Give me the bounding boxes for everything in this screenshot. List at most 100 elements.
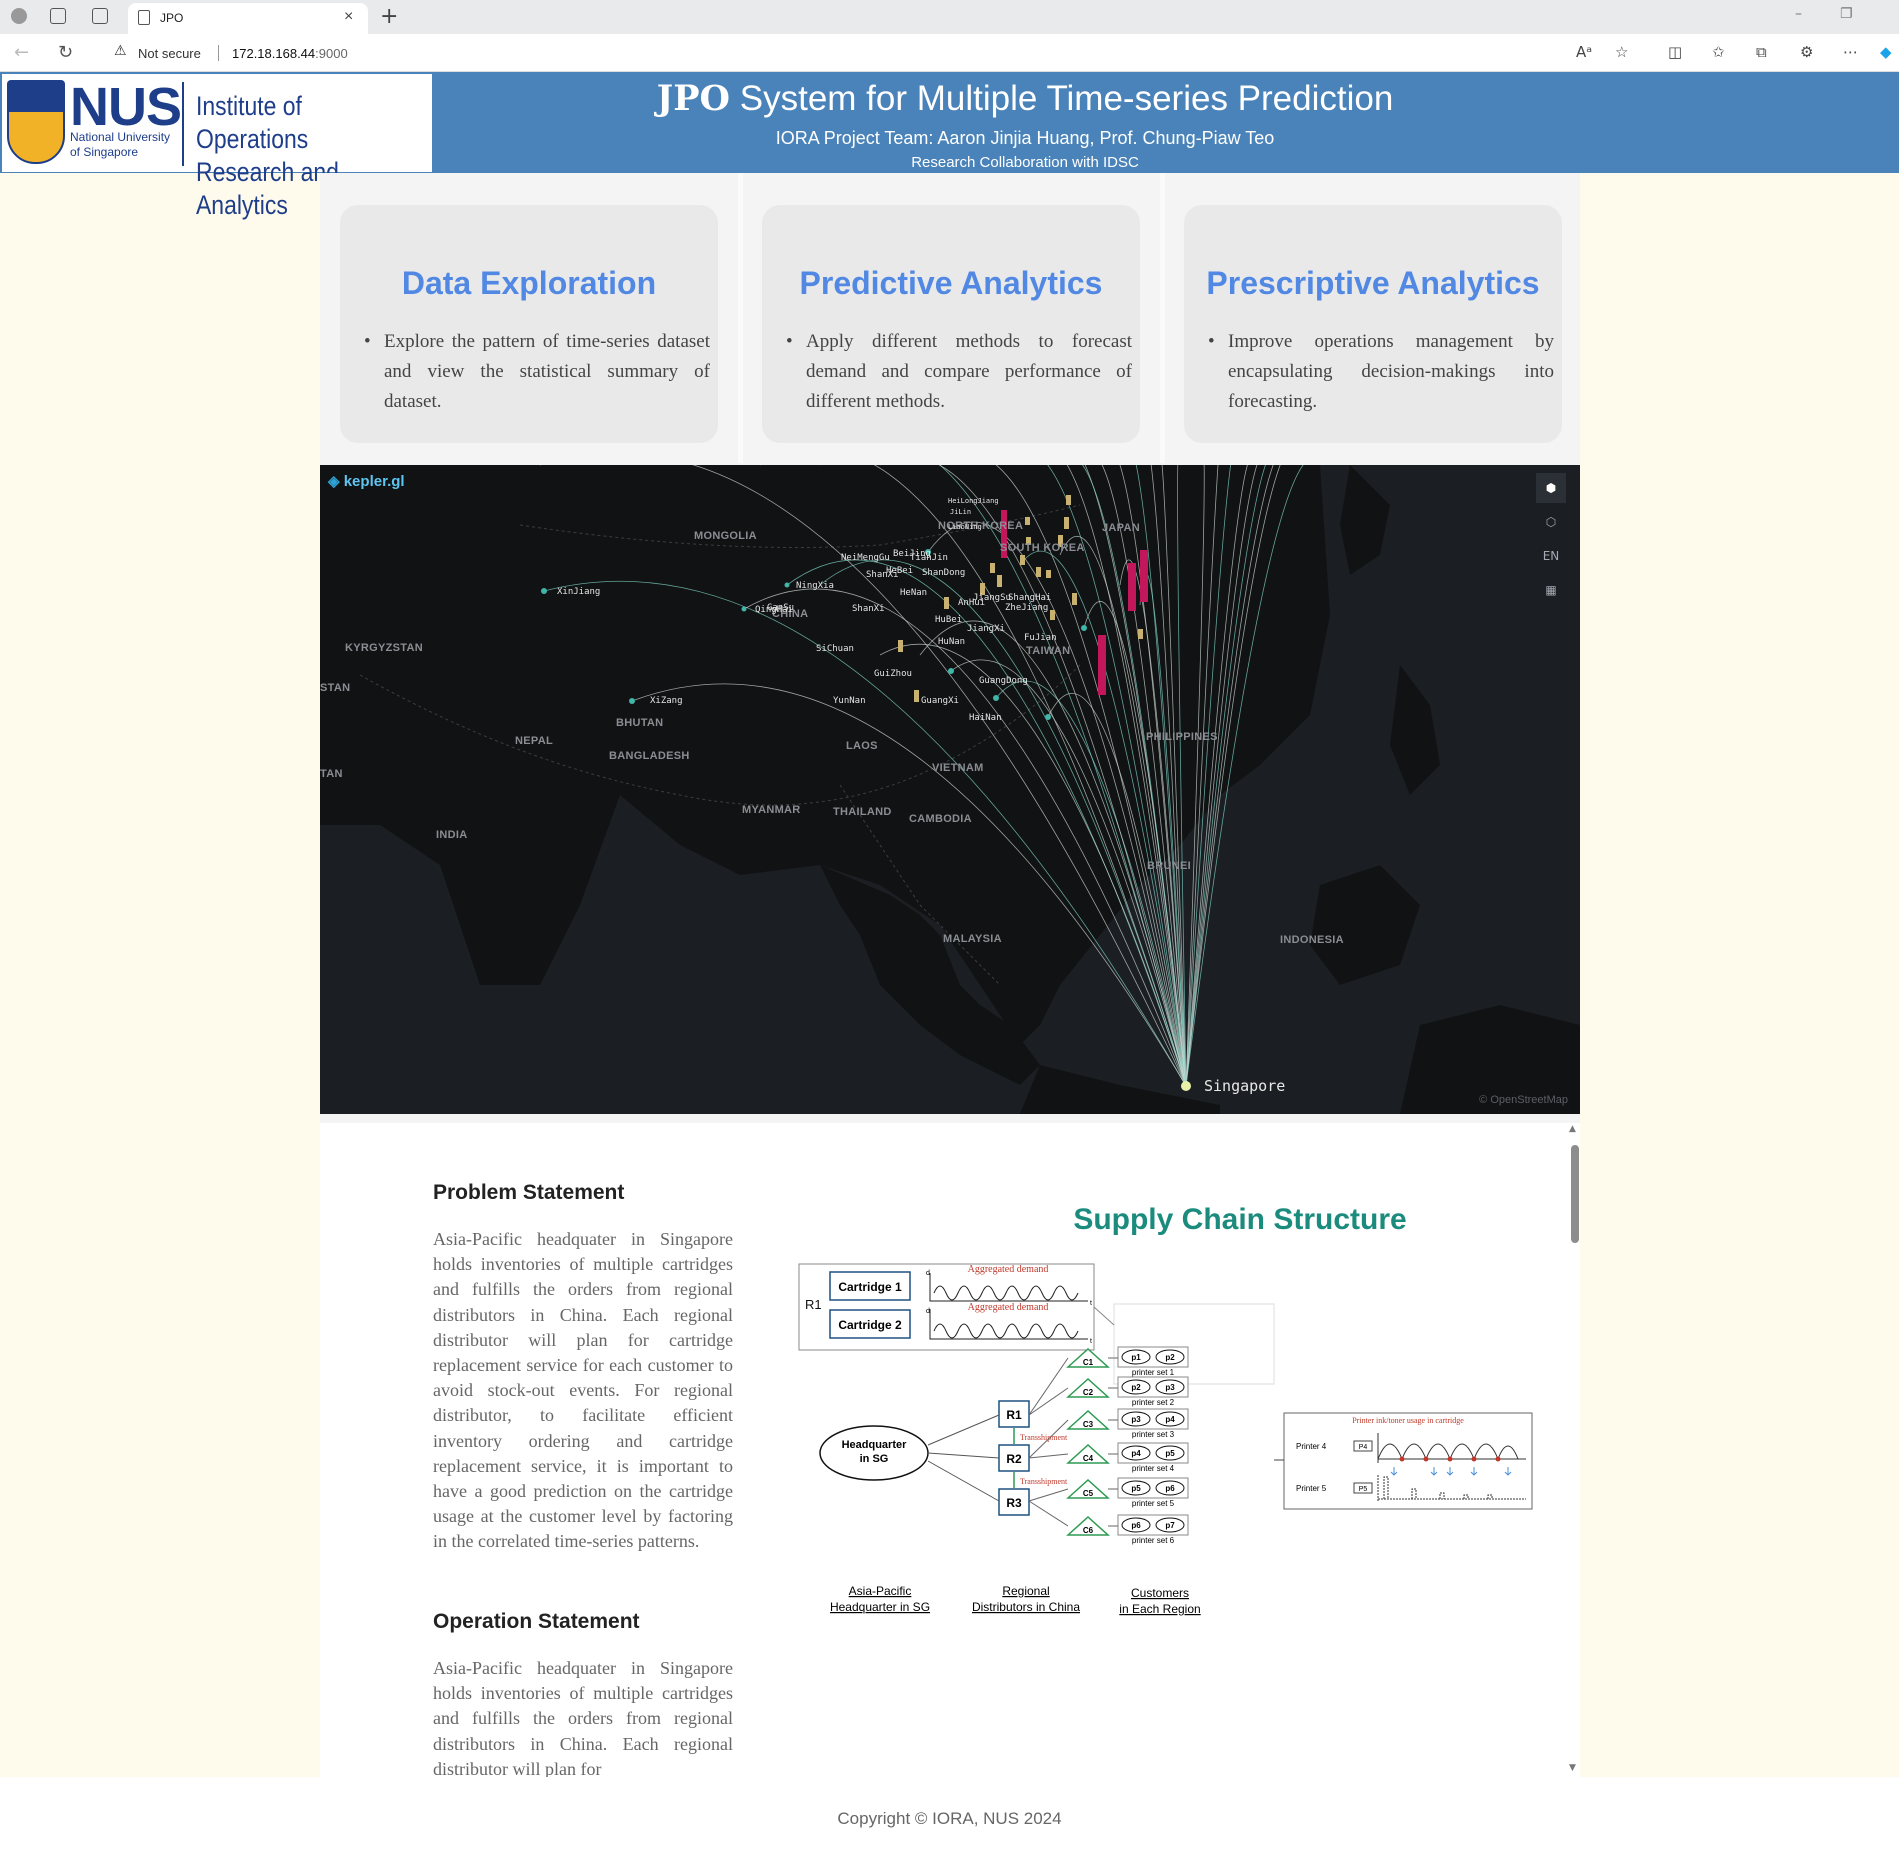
- data-table-icon[interactable]: ▦: [1536, 575, 1566, 605]
- singapore-hub-point[interactable]: [1181, 1081, 1191, 1091]
- card-title[interactable]: Predictive Analytics: [762, 265, 1140, 302]
- url-text[interactable]: 172.18.168.44:9000: [232, 46, 348, 61]
- svg-text:p7: p7: [1165, 1521, 1175, 1530]
- kepler-logo[interactable]: ◈ kepler.gl: [328, 472, 405, 490]
- collections-icon[interactable]: ⧉: [1756, 43, 1767, 61]
- svg-text:printer set 1: printer set 1: [1132, 1368, 1175, 1377]
- svg-text:p6: p6: [1131, 1521, 1141, 1530]
- svg-text:Transshipment: Transshipment: [1020, 1433, 1068, 1442]
- demand-bar[interactable]: [1128, 563, 1136, 611]
- svg-text:p6: p6: [1165, 1484, 1175, 1493]
- country-label: TAN: [320, 768, 343, 780]
- svg-text:t: t: [1090, 1300, 1092, 1307]
- province-label: ShangHai: [1008, 593, 1052, 603]
- country-label: THAILAND: [833, 806, 892, 818]
- province-label: JiangSu: [973, 593, 1011, 603]
- svg-text:C5: C5: [1083, 1489, 1094, 1498]
- svg-text:C4: C4: [1083, 1454, 1094, 1463]
- kepler-map[interactable]: MONGOLIA KYRGYZSTAN JAPAN NORTH KOREA SOUTH …: [320, 465, 1580, 1114]
- province-label: HuNan: [938, 637, 966, 647]
- svg-text:printer set 5: printer set 5: [1132, 1499, 1175, 1508]
- browser-tab-strip: JPO × + – ❐: [0, 0, 1899, 34]
- copyright-text: Copyright © IORA, NUS 2024: [837, 1809, 1062, 1828]
- demand-bar[interactable]: [1140, 550, 1148, 602]
- svg-text:p3: p3: [1131, 1415, 1141, 1424]
- layers-toggle-icon[interactable]: ⬢: [1536, 473, 1566, 503]
- svg-text:P5: P5: [1359, 1486, 1368, 1493]
- profile-icon[interactable]: [11, 8, 27, 24]
- favorites-icon[interactable]: ✩: [1712, 43, 1725, 61]
- map-canvas[interactable]: [320, 465, 1580, 1114]
- usage-panel: [1283, 1412, 1533, 1510]
- svg-text:p1: p1: [1131, 1353, 1141, 1362]
- read-aloud-icon[interactable]: Aᵃ: [1576, 43, 1592, 61]
- card-predictive-analytics[interactable]: Predictive Analytics • Apply different me…: [762, 205, 1140, 443]
- map-attribution[interactable]: © OpenStreetMap: [1479, 1094, 1568, 1106]
- country-label: PHILIPPINES: [1146, 731, 1218, 743]
- customer-nodes: C1 p1 p2 printer set 1 C2 p2 p3 printer set 2 C3…: [1028, 1346, 1189, 1545]
- tab-jpo[interactable]: JPO ×: [128, 3, 368, 34]
- address-bar[interactable]: ⚠ Not secure 172.18.168.44:9000: [98, 38, 1588, 68]
- province-label: GuangDong: [979, 676, 1028, 686]
- column-divider: [738, 173, 743, 463]
- supply-chain-diagram: R1 Cartridge 1 Cartridge 2 d d t t Aggre…: [798, 1263, 1533, 1616]
- svg-text:Asia-Pacific: Asia-Pacific: [849, 1584, 912, 1598]
- collaboration-note: Research Collaboration with IDSC: [911, 154, 1139, 171]
- card-title[interactable]: Prescriptive Analytics: [1184, 265, 1562, 302]
- svg-text:p4: p4: [1131, 1449, 1141, 1458]
- scroll-down-icon[interactable]: ▼: [1569, 1763, 1576, 1773]
- svg-text:Distributors in China: Distributors in China: [972, 1600, 1080, 1614]
- svg-text:Transshipment: Transshipment: [1020, 1477, 1068, 1486]
- favorite-star-icon[interactable]: ☆: [1615, 43, 1628, 61]
- country-label: BANGLADESH: [609, 750, 690, 762]
- nus-iora-logo[interactable]: NUS National University of Singapore Inst…: [2, 74, 432, 220]
- card-data-exploration[interactable]: Data Exploration • Explore the pattern of…: [340, 205, 718, 443]
- statement-section[interactable]: Problem Statement Asia-Pacific headquate…: [320, 1123, 1580, 1777]
- province-label: GuangXi: [921, 696, 959, 706]
- country-label: SOUTH KOREA: [1000, 542, 1085, 554]
- svg-text:Printer 5: Printer 5: [1296, 1484, 1327, 1493]
- province-label: XinJiang: [557, 587, 601, 597]
- card-prescriptive-analytics[interactable]: Prescriptive Analytics • Improve operatio…: [1184, 205, 1562, 443]
- restore-icon[interactable]: ❐: [1840, 6, 1853, 22]
- page-title: JPO System for Multiple Time-series Pred…: [656, 78, 1394, 119]
- scrollbar-thumb[interactable]: [1571, 1145, 1579, 1243]
- svg-text:Aggregated demand: Aggregated demand: [968, 1302, 1049, 1313]
- back-icon[interactable]: ←: [14, 42, 29, 63]
- card-description: • Improve operations management by encaps…: [1208, 331, 1554, 412]
- close-tab-icon[interactable]: ×: [344, 8, 353, 26]
- demand-bar[interactable]: [1098, 635, 1106, 695]
- svg-text:Printer ink/toner usage in car: Printer ink/toner usage in cartridge: [1352, 1416, 1464, 1425]
- scrollbar[interactable]: ▲ ▼: [1568, 1123, 1580, 1777]
- reload-icon[interactable]: ↻: [58, 42, 73, 63]
- svg-text:Cartridge 1: Cartridge 1: [838, 1280, 902, 1294]
- more-menu-icon[interactable]: ⋯: [1843, 43, 1858, 61]
- province-label: XiZang: [650, 696, 683, 706]
- nus-wordmark: NUS: [70, 77, 182, 137]
- svg-text:C6: C6: [1083, 1526, 1094, 1535]
- card-column-predictive: Predictive Analytics • Apply different me…: [744, 173, 1160, 463]
- card-column-data-exploration: Data Exploration • Explore the pattern of…: [320, 173, 736, 463]
- problem-text: Asia-Pacific headquater in Singapore hol…: [433, 1229, 733, 1552]
- province-label: JiangXi: [967, 624, 1005, 634]
- scroll-up-icon[interactable]: ▲: [1569, 1124, 1576, 1134]
- draw-polygon-icon[interactable]: ⬡: [1536, 507, 1566, 537]
- workspaces-icon[interactable]: [50, 8, 66, 24]
- nus-crest-icon: [7, 80, 65, 164]
- new-tab-icon[interactable]: +: [380, 4, 398, 29]
- main-content: Data Exploration • Explore the pattern of…: [320, 173, 1580, 1777]
- tab-actions-icon[interactable]: [92, 8, 108, 24]
- svg-text:R1: R1: [805, 1297, 822, 1312]
- warning-icon[interactable]: ⚠: [114, 43, 127, 59]
- extensions-icon[interactable]: ⚙: [1800, 43, 1813, 61]
- card-title[interactable]: Data Exploration: [340, 265, 718, 302]
- copilot-icon[interactable]: ◆: [1880, 43, 1892, 61]
- tab-title: JPO: [160, 11, 184, 25]
- country-label: INDIA: [436, 829, 468, 841]
- minimize-icon[interactable]: –: [1795, 6, 1802, 22]
- locale-button[interactable]: EN: [1536, 541, 1566, 571]
- security-label[interactable]: Not secure: [138, 46, 201, 61]
- split-screen-icon[interactable]: ◫: [1668, 43, 1682, 61]
- svg-text:R1: R1: [1006, 1408, 1022, 1422]
- country-label: BRUNEI: [1147, 860, 1191, 872]
